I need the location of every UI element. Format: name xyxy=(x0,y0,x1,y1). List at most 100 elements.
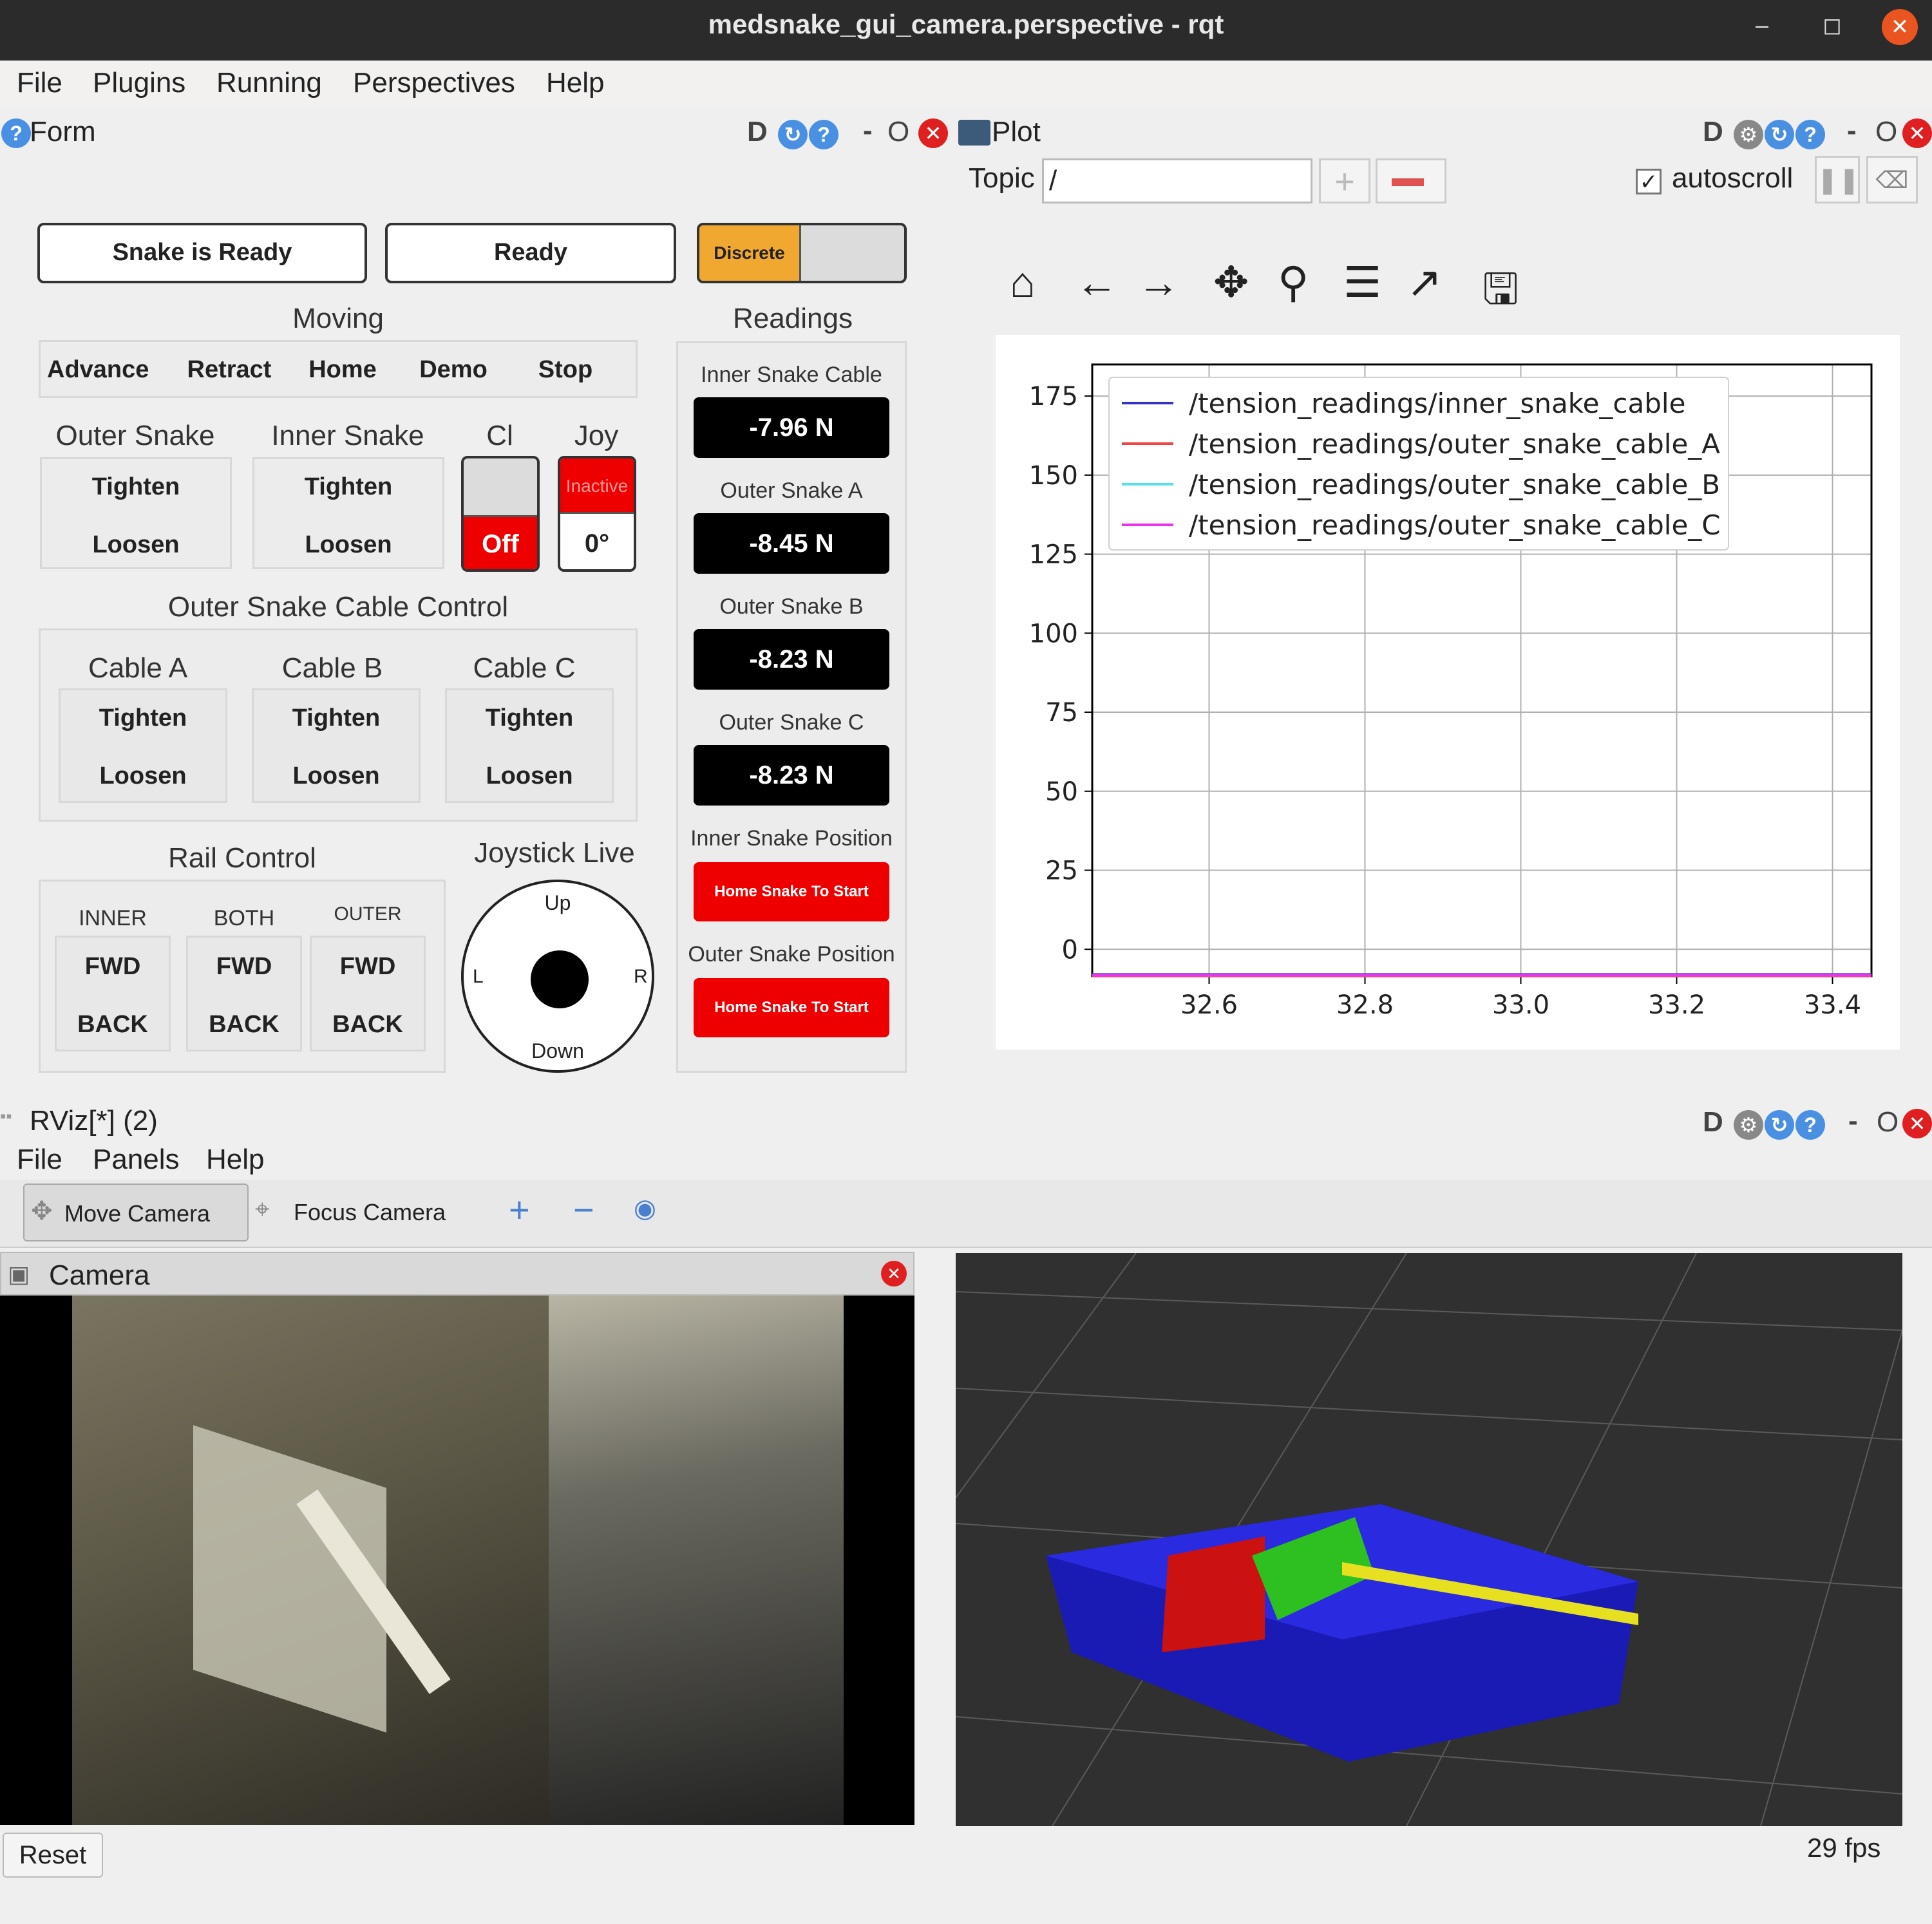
save-icon[interactable]: 🖫 xyxy=(1482,258,1519,330)
edit-axis-icon[interactable]: ↗ xyxy=(1406,258,1442,307)
remove-tool-icon[interactable]: − xyxy=(573,1189,594,1231)
help-icon[interactable]: ? xyxy=(1795,1110,1825,1140)
settings-icon[interactable]: ⚙ xyxy=(1734,1110,1763,1140)
joy-toggle[interactable]: Inactive 0° xyxy=(558,456,636,572)
remove-topic-icon[interactable] xyxy=(1376,158,1446,203)
help-icon[interactable]: ? xyxy=(809,120,838,149)
cable-a-group: Tighten Loosen xyxy=(59,688,227,803)
close-dock-icon[interactable]: ✕ xyxy=(1902,1109,1932,1138)
joystick-knob[interactable] xyxy=(531,950,589,1008)
rviz-menu-file[interactable]: File xyxy=(17,1144,62,1176)
home-icon[interactable]: ⌂ xyxy=(1010,258,1036,307)
rviz-menu-help[interactable]: Help xyxy=(206,1144,265,1176)
rviz-3d-view[interactable] xyxy=(956,1253,1902,1826)
camera-image-right xyxy=(549,1296,844,1825)
dock-undock-icon[interactable]: D xyxy=(1703,1106,1723,1138)
rail-both-fwd-button[interactable]: FWD xyxy=(188,953,300,981)
snake-status-button[interactable]: Snake is Ready xyxy=(37,223,367,283)
rail-both-label: BOTH xyxy=(213,906,275,930)
add-tool-icon[interactable]: + xyxy=(509,1189,530,1231)
cable-b-label: Cable B xyxy=(281,652,383,684)
legend-label: /tension_readings/outer_snake_cable_B xyxy=(1189,469,1720,500)
close-dock-icon[interactable]: ✕ xyxy=(918,118,948,148)
camera-panel-icon: ▣ xyxy=(8,1261,30,1287)
menu-plugins[interactable]: Plugins xyxy=(93,67,185,99)
minimize-dock-icon[interactable]: - xyxy=(863,115,873,147)
legend-label: /tension_readings/outer_snake_cable_C xyxy=(1189,509,1721,541)
cable-b-loosen-button[interactable]: Loosen xyxy=(254,762,419,790)
reload-icon[interactable]: ↻ xyxy=(778,120,808,149)
cable-a-tighten-button[interactable]: Tighten xyxy=(61,704,225,732)
close-dock-icon[interactable]: ✕ xyxy=(1902,118,1932,148)
configure-subplots-icon[interactable]: ☰ xyxy=(1343,258,1381,307)
reload-icon[interactable]: ↻ xyxy=(1765,1110,1794,1140)
dock-undock-icon[interactable]: D xyxy=(1703,116,1723,148)
cable-a-loosen-button[interactable]: Loosen xyxy=(61,762,225,790)
move-camera-tool[interactable]: ✥ Move Camera xyxy=(23,1184,249,1241)
pause-icon[interactable]: ❚❚ xyxy=(1815,156,1860,203)
window-close-icon[interactable]: ✕ xyxy=(1882,9,1918,45)
cable-c-loosen-button[interactable]: Loosen xyxy=(447,762,612,790)
float-dock-icon[interactable]: O xyxy=(1875,116,1897,148)
ready-button[interactable]: Ready xyxy=(385,223,676,283)
menu-help[interactable]: Help xyxy=(546,67,605,99)
advance-button[interactable]: Advance xyxy=(47,356,149,384)
help-icon[interactable]: ? xyxy=(1,118,31,148)
cl-state: Off xyxy=(464,515,537,569)
rail-outer-back-button[interactable]: BACK xyxy=(312,1011,424,1039)
settings-icon[interactable]: ⚙ xyxy=(1734,120,1763,149)
help-icon[interactable]: ? xyxy=(1795,120,1825,149)
cable-b-group: Tighten Loosen xyxy=(252,688,421,803)
rail-outer-fwd-button[interactable]: FWD xyxy=(312,953,424,981)
cable-c-tighten-button[interactable]: Tighten xyxy=(447,704,612,732)
dock-undock-icon[interactable]: D xyxy=(747,116,768,148)
camera-close-icon[interactable]: ✕ xyxy=(881,1261,907,1287)
forward-arrow-icon[interactable]: → xyxy=(1137,258,1180,307)
pan-icon[interactable]: ✥ xyxy=(1213,258,1249,307)
float-dock-icon[interactable]: O xyxy=(1877,1106,1899,1138)
menu-perspectives[interactable]: Perspectives xyxy=(353,67,515,99)
zoom-icon[interactable]: ⚲ xyxy=(1278,258,1309,307)
float-dock-icon[interactable]: O xyxy=(887,116,909,148)
outer-home-snake-button[interactable]: Home Snake To Start xyxy=(694,978,889,1037)
cable-b-tighten-button[interactable]: Tighten xyxy=(254,704,419,732)
focus-camera-tool[interactable]: ⌖ Focus Camera xyxy=(255,1184,461,1241)
retract-button[interactable]: Retract xyxy=(181,356,278,384)
inner-snake-tighten-button[interactable]: Tighten xyxy=(254,473,442,501)
y-tick-label: 125 xyxy=(1029,540,1078,570)
clear-icon[interactable]: ⌫ xyxy=(1866,156,1918,203)
rail-inner-back-button[interactable]: BACK xyxy=(57,1011,169,1039)
rviz-menu-panels[interactable]: Panels xyxy=(93,1144,180,1176)
maximize-icon[interactable]: ◻ xyxy=(1823,12,1842,39)
plot-icon xyxy=(958,120,990,146)
rail-inner-fwd-button[interactable]: FWD xyxy=(57,953,169,981)
rail-both-back-button[interactable]: BACK xyxy=(188,1011,300,1039)
home-button[interactable]: Home xyxy=(294,356,391,384)
inner-home-snake-button[interactable]: Home Snake To Start xyxy=(694,862,889,921)
minimize-dock-icon[interactable]: - xyxy=(1847,115,1857,147)
menu-running[interactable]: Running xyxy=(216,67,322,99)
autoscroll-checkbox[interactable]: ✓ xyxy=(1636,169,1662,194)
fps-counter: 29 fps xyxy=(1807,1833,1881,1863)
readings-title: Readings xyxy=(733,303,853,334)
move-camera-icon: ✥ xyxy=(31,1197,53,1225)
reset-button[interactable]: Reset xyxy=(3,1833,103,1878)
menubar: File Plugins Running Perspectives Help xyxy=(0,61,1932,107)
back-arrow-icon[interactable]: ← xyxy=(1075,258,1118,307)
cl-toggle[interactable]: Off xyxy=(461,456,540,572)
outer-snake-tighten-button[interactable]: Tighten xyxy=(42,473,230,501)
topic-input[interactable]: / xyxy=(1042,158,1312,203)
mode-toggle[interactable]: Discrete xyxy=(697,223,907,283)
outer-snake-loosen-button[interactable]: Loosen xyxy=(42,531,230,559)
joystick-pad[interactable]: Up Down L R xyxy=(461,880,654,1073)
reload-icon[interactable]: ↻ xyxy=(1765,120,1794,149)
minimize-dock-icon[interactable]: - xyxy=(1848,1105,1858,1137)
demo-button[interactable]: Demo xyxy=(405,356,502,384)
cable-c-label: Cable C xyxy=(473,652,576,684)
inner-snake-loosen-button[interactable]: Loosen xyxy=(254,531,442,559)
minimize-icon[interactable]: – xyxy=(1756,12,1768,39)
add-topic-icon[interactable]: + xyxy=(1319,158,1370,203)
view-eye-icon[interactable]: ◉ xyxy=(634,1194,656,1223)
menu-file[interactable]: File xyxy=(17,67,62,99)
stop-button[interactable]: Stop xyxy=(517,356,614,384)
